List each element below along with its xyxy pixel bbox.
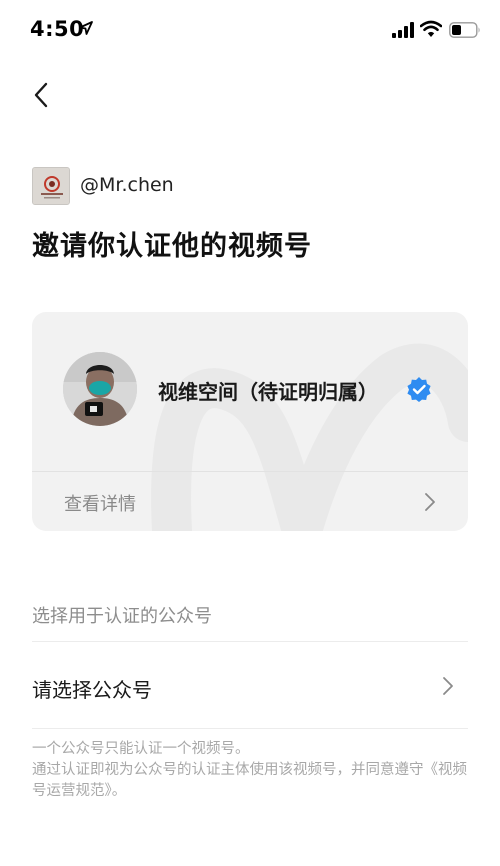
chevron-right-icon: [425, 493, 435, 511]
select-account-label: 请选择公众号: [32, 678, 152, 702]
notice-text: 一个公众号只能认证一个视频号。 通过认证即视为公众号的认证主体使用该视频号，并同…: [32, 739, 472, 802]
inviter-avatar: [32, 167, 70, 205]
divider: [32, 728, 468, 729]
chevron-left-icon: [34, 82, 48, 108]
channel-card: 视维空间（待证明归属） 查看详情: [32, 312, 468, 531]
page-title: 邀请你认证他的视频号: [32, 231, 312, 262]
view-details-label: 查看详情: [64, 494, 136, 515]
view-details-row[interactable]: 查看详情: [32, 472, 468, 531]
select-account-row[interactable]: 请选择公众号: [32, 642, 468, 728]
logo-icon: [33, 168, 69, 204]
wifi-icon: [420, 20, 442, 37]
status-bar: 4:50: [0, 0, 500, 60]
channel-name: 视维空间（待证明归属）: [158, 380, 378, 404]
notice-line-1: 一个公众号只能认证一个视频号。: [32, 741, 250, 757]
battery-icon: [449, 22, 480, 38]
chevron-right-icon: [443, 677, 453, 695]
location-arrow-icon: [79, 21, 93, 35]
verified-badge-icon: [407, 377, 431, 402]
channel-avatar: [63, 352, 137, 426]
inviter-handle: @Mr.chen: [80, 174, 174, 196]
back-button[interactable]: [28, 78, 58, 112]
notice-line-2: 通过认证即视为公众号的认证主体使用该视频号，并同意遵守《视频号运营规范》。: [32, 762, 467, 799]
cellular-signal-icon: [392, 22, 414, 38]
status-time: 4:50: [30, 17, 85, 41]
section-label: 选择用于认证的公众号: [32, 606, 212, 627]
